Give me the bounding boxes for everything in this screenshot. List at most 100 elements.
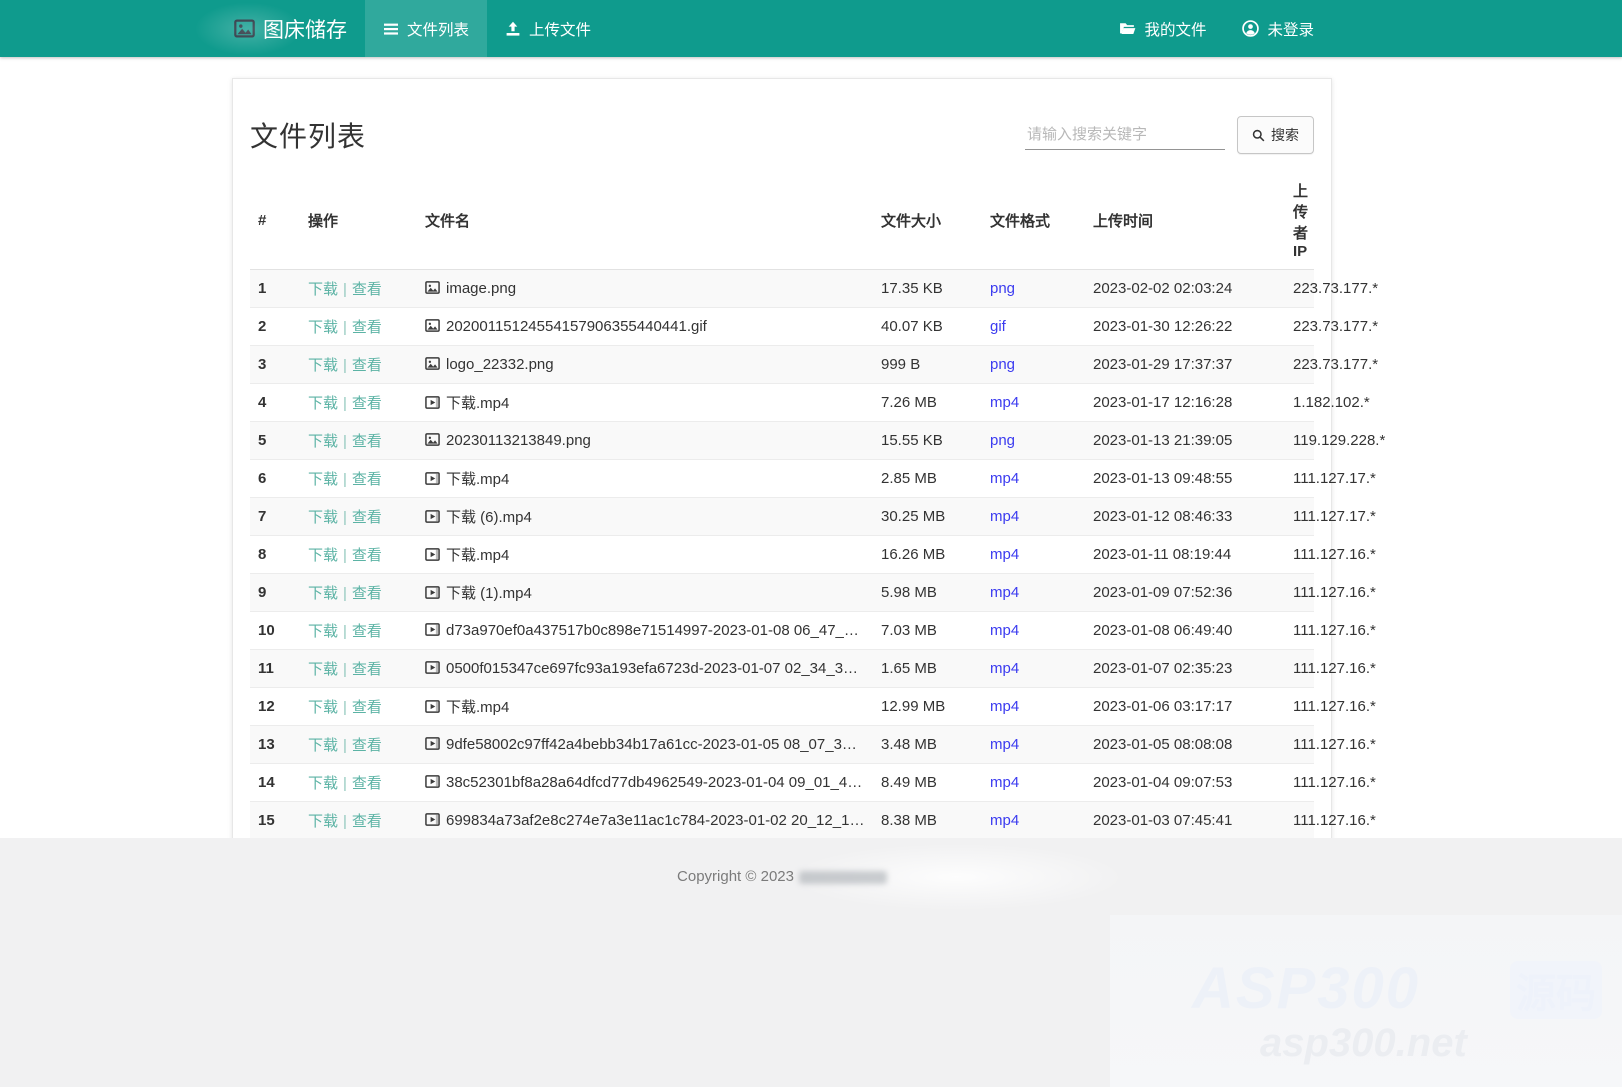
- download-link[interactable]: 下载: [308, 471, 338, 488]
- video-file-icon: [425, 585, 440, 600]
- view-link[interactable]: 查看: [352, 813, 382, 830]
- download-link[interactable]: 下载: [308, 813, 338, 830]
- format-link[interactable]: mp4: [990, 394, 1019, 411]
- row-filename: 下载.mp4: [417, 460, 873, 498]
- format-link[interactable]: png: [990, 356, 1015, 373]
- view-link[interactable]: 查看: [352, 433, 382, 450]
- view-link[interactable]: 查看: [352, 699, 382, 716]
- row-uploader-ip: 111.127.16.*: [1285, 650, 1314, 688]
- row-upload-time: 2023-01-12 08:46:33: [1085, 498, 1285, 536]
- row-index: 13: [250, 726, 300, 764]
- row-size: 17.35 KB: [873, 270, 982, 308]
- download-link[interactable]: 下载: [308, 775, 338, 792]
- row-actions: 下载|查看: [300, 498, 417, 536]
- action-separator: |: [343, 775, 347, 792]
- download-link[interactable]: 下载: [308, 623, 338, 640]
- navbar-container: 图床储存 文件列表 上传文件 我的文件: [232, 0, 1332, 57]
- view-link[interactable]: 查看: [352, 357, 382, 374]
- download-link[interactable]: 下载: [308, 737, 338, 754]
- row-upload-time: 2023-01-04 09:07:53: [1085, 764, 1285, 802]
- download-link[interactable]: 下载: [308, 699, 338, 716]
- view-link[interactable]: 查看: [352, 281, 382, 298]
- view-link[interactable]: 查看: [352, 775, 382, 792]
- view-link[interactable]: 查看: [352, 319, 382, 336]
- action-separator: |: [343, 737, 347, 754]
- format-link[interactable]: mp4: [990, 622, 1019, 639]
- video-file-icon: [425, 699, 440, 714]
- nav-item-upload[interactable]: 上传文件: [487, 0, 609, 57]
- view-link[interactable]: 查看: [352, 661, 382, 678]
- download-link[interactable]: 下载: [308, 547, 338, 564]
- row-upload-time: 2023-01-09 07:52:36: [1085, 574, 1285, 612]
- format-link[interactable]: mp4: [990, 470, 1019, 487]
- column-header-time: 上传时间: [1085, 171, 1285, 270]
- view-link[interactable]: 查看: [352, 395, 382, 412]
- image-file-icon: [425, 318, 440, 333]
- row-index: 14: [250, 764, 300, 802]
- nav-item-login-status[interactable]: 未登录: [1224, 0, 1332, 57]
- filename-text: image.png: [446, 280, 516, 297]
- row-format: mp4: [982, 802, 1085, 840]
- filename-text: 38c52301bf8a28a64dfcd77db4962549-2023-01…: [446, 774, 872, 791]
- download-link[interactable]: 下载: [308, 585, 338, 602]
- format-link[interactable]: png: [990, 432, 1015, 449]
- row-actions: 下载|查看: [300, 422, 417, 460]
- action-separator: |: [343, 623, 347, 640]
- list-icon: [383, 21, 399, 37]
- search-input[interactable]: [1025, 120, 1225, 150]
- row-actions: 下载|查看: [300, 688, 417, 726]
- download-link[interactable]: 下载: [308, 357, 338, 374]
- format-link[interactable]: mp4: [990, 584, 1019, 601]
- view-link[interactable]: 查看: [352, 585, 382, 602]
- row-format: png: [982, 422, 1085, 460]
- download-link[interactable]: 下载: [308, 395, 338, 412]
- row-index: 12: [250, 688, 300, 726]
- navbar-right: 我的文件 未登录: [1101, 0, 1332, 57]
- view-link[interactable]: 查看: [352, 623, 382, 640]
- row-filename: 0500f015347ce697fc93a193efa6723d-2023-01…: [417, 650, 873, 688]
- view-link[interactable]: 查看: [352, 547, 382, 564]
- action-separator: |: [343, 471, 347, 488]
- row-uploader-ip: 111.127.16.*: [1285, 688, 1314, 726]
- nav-item-file-list[interactable]: 文件列表: [365, 0, 487, 57]
- format-link[interactable]: mp4: [990, 660, 1019, 677]
- row-format: png: [982, 270, 1085, 308]
- download-link[interactable]: 下载: [308, 281, 338, 298]
- row-uploader-ip: 111.127.17.*: [1285, 460, 1314, 498]
- format-link[interactable]: gif: [990, 318, 1006, 335]
- action-separator: |: [343, 395, 347, 412]
- row-uploader-ip: 111.127.16.*: [1285, 612, 1314, 650]
- view-link[interactable]: 查看: [352, 471, 382, 488]
- format-link[interactable]: mp4: [990, 736, 1019, 753]
- row-filename: 下载.mp4: [417, 384, 873, 422]
- row-uploader-ip: 119.129.228.*: [1285, 422, 1314, 460]
- format-link[interactable]: mp4: [990, 812, 1019, 829]
- view-link[interactable]: 查看: [352, 737, 382, 754]
- row-index: 11: [250, 650, 300, 688]
- filename-text: 下载 (6).mp4: [446, 509, 532, 526]
- blurred-site-name: [799, 871, 887, 884]
- row-actions: 下载|查看: [300, 536, 417, 574]
- format-link[interactable]: mp4: [990, 508, 1019, 525]
- format-link[interactable]: mp4: [990, 546, 1019, 563]
- brand-link[interactable]: 图床储存: [232, 0, 365, 57]
- download-link[interactable]: 下载: [308, 509, 338, 526]
- format-link[interactable]: mp4: [990, 698, 1019, 715]
- row-uploader-ip: 1.182.102.*: [1285, 384, 1314, 422]
- watermark-text: ASP300: [1192, 955, 1420, 1022]
- row-upload-time: 2023-01-30 12:26:22: [1085, 308, 1285, 346]
- brand-label: 图床储存: [263, 14, 347, 44]
- watermark-badge: 源码: [1510, 961, 1602, 1019]
- row-uploader-ip: 111.127.16.*: [1285, 726, 1314, 764]
- download-link[interactable]: 下载: [308, 319, 338, 336]
- download-link[interactable]: 下载: [308, 433, 338, 450]
- row-uploader-ip: 223.73.177.*: [1285, 346, 1314, 384]
- search-button[interactable]: 搜索: [1237, 116, 1314, 154]
- row-uploader-ip: 223.73.177.*: [1285, 270, 1314, 308]
- download-link[interactable]: 下载: [308, 661, 338, 678]
- format-link[interactable]: png: [990, 280, 1015, 297]
- view-link[interactable]: 查看: [352, 509, 382, 526]
- row-filename: 下载 (1).mp4: [417, 574, 873, 612]
- nav-item-my-files[interactable]: 我的文件: [1101, 0, 1224, 57]
- format-link[interactable]: mp4: [990, 774, 1019, 791]
